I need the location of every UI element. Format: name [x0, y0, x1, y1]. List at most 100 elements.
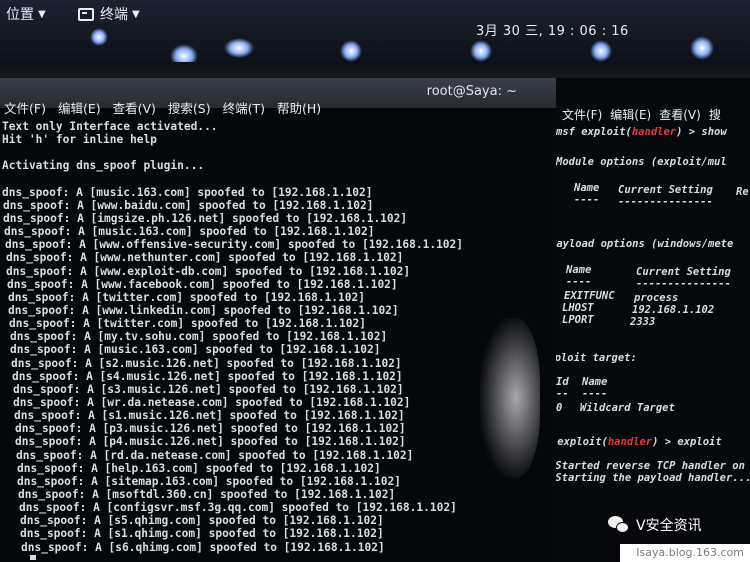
- terminal-line: dns_spoof: A [music.163.com] spoofed to …: [4, 225, 375, 239]
- msf-prompt-exploit-line: msf exploit(handler) > exploit: [556, 436, 722, 448]
- chevron-down-icon: ▼: [132, 8, 140, 20]
- light-glare: [690, 36, 714, 60]
- payload-row-value: 192.168.1.102: [632, 304, 715, 316]
- terminal-line: dns_spoof: A [www.linkedin.com] spoofed …: [8, 303, 399, 317]
- payload-header-name: Name: [566, 264, 592, 276]
- msf-prompt-line: msf exploit(handler) > show: [556, 126, 727, 138]
- module-options-heading: Module options (exploit/mul: [556, 156, 727, 168]
- target-header-name: Name: [582, 376, 608, 388]
- payload-row-value: process: [634, 292, 679, 304]
- terminal-line: dns_spoof: A [www.baidu.com] spoofed to …: [3, 198, 374, 212]
- menu-file[interactable]: 文件(F): [562, 106, 602, 123]
- terminal-line: dns_spoof: A [wr.da.netease.com] spoofed…: [13, 395, 411, 409]
- terminal-line: dns_spoof: A [s3.music.126.net] spoofed …: [13, 382, 404, 396]
- places-menu[interactable]: 位置 ▼: [6, 4, 46, 24]
- menu-help[interactable]: 帮助(H): [277, 98, 321, 117]
- payload-row-name: LHOST: [562, 302, 594, 314]
- terminal-line: dns_spoof: A [s5.qhimg.com] spoofed to […: [20, 514, 384, 528]
- terminal-line: dns_spoof: A [music.163.com] spoofed to …: [10, 343, 381, 357]
- target-header-id: Id: [556, 376, 569, 388]
- payload-options-heading: Payload options (windows/mete: [556, 238, 734, 250]
- payload-header-divider-name: ----: [566, 276, 592, 288]
- terminal-app-label: 终端: [100, 7, 128, 23]
- terminal-line: dns_spoof: A [msoftdl.360.cn] spoofed to…: [18, 487, 396, 501]
- terminal-line: Hit 'h' for inline help: [2, 133, 157, 147]
- light-glare: [224, 38, 254, 58]
- terminal-output[interactable]: Text only Interface activated... Hit 'h' …: [2, 120, 558, 560]
- terminal-menubar: 文件(F) 编辑(E) 查看(V) 搜索(S) 终端(T) 帮助(H): [0, 96, 559, 118]
- terminal-line: dns_spoof: A [www.exploit-db.com] spoofe…: [6, 264, 411, 278]
- light-glare: [90, 28, 108, 46]
- terminal-line: dns_spoof: A [www.offensive-security.com…: [5, 238, 464, 252]
- wechat-icon: [608, 516, 630, 534]
- payload-header-setting: Current Setting: [636, 266, 731, 278]
- terminal-window-left[interactable]: root@Saya: ~ 文件(F) 编辑(E) 查看(V) 搜索(S) 终端(…: [0, 78, 560, 562]
- top-panel: 位置 ▼ 终端 ▼ 3月 30 三, 19 : 06 : 16: [0, 0, 750, 68]
- terminal-line: dns_spoof: A [p3.music.126.net] spoofed …: [15, 422, 406, 436]
- msf-console-output[interactable]: msf exploit(handler) > show Module optio…: [556, 126, 750, 546]
- prompt-prefix: msf exploit(: [557, 436, 608, 448]
- target-header-divider-id: --: [556, 388, 569, 400]
- status-line: [*] Started reverse TCP handler on: [556, 460, 745, 472]
- light-glare: [340, 40, 362, 62]
- light-glare: [590, 40, 612, 62]
- terminal-line: dns_spoof: A [imgsize.ph.126.net] spoofe…: [3, 211, 408, 225]
- module-header-setting: Current Setting: [618, 184, 713, 196]
- terminal-window-right[interactable]: 文件(F) 编辑(E) 查看(V) 搜 msf exploit(handler)…: [556, 78, 750, 562]
- status-text: Started reverse TCP handler on: [556, 460, 745, 472]
- terminal-line: dns_spoof: A [s1.music.126.net] spoofed …: [14, 409, 405, 423]
- terminal-icon: [78, 7, 94, 21]
- wechat-watermark: V安全资讯: [608, 515, 702, 535]
- payload-header-divider-setting: ---------------: [636, 278, 731, 290]
- terminal-line: Text only Interface activated...: [2, 120, 218, 133]
- light-glare: [470, 40, 492, 62]
- terminal-line: dns_spoof: A [help.163.com] spoofed to […: [17, 461, 381, 475]
- prompt-prefix: msf exploit(: [556, 126, 632, 138]
- chevron-down-icon: ▼: [38, 8, 46, 20]
- terminal-menubar-right: 文件(F) 编辑(E) 查看(V) 搜: [562, 106, 721, 123]
- menu-search[interactable]: 搜索(S): [168, 98, 211, 117]
- payload-row-name: LPORT: [562, 314, 594, 326]
- menu-search[interactable]: 搜: [709, 106, 721, 123]
- terminal-line: dns_spoof: A [twitter.com] spoofed to [1…: [8, 290, 365, 304]
- payload-row-name: EXITFUNC: [564, 290, 615, 302]
- prompt-module: handler: [607, 436, 653, 448]
- terminal-line: dns_spoof: A [www.nethunter.com] spoofed…: [6, 251, 404, 265]
- terminal-line: dns_spoof: A [configsvr.msf.3g.qq.com] s…: [19, 501, 457, 515]
- terminal-line: dns_spoof: A [p4.music.126.net] spoofed …: [15, 435, 406, 449]
- terminal-line: dns_spoof: A [www.facebook.com] spoofed …: [7, 277, 398, 291]
- cursor-line: [2, 554, 558, 560]
- menu-view[interactable]: 查看(V): [659, 106, 701, 123]
- terminal-line: dns_spoof: A [s2.music.126.net] spoofed …: [11, 356, 402, 370]
- terminal-line: dns_spoof: A [s6.qhimg.com] spoofed to […: [21, 540, 385, 554]
- prompt-command: ) > show: [676, 126, 727, 138]
- payload-row-value: 2333: [630, 316, 656, 328]
- terminal-app-menu[interactable]: 终端 ▼: [78, 4, 140, 24]
- terminal-line: dns_spoof: A [my.tv.sohu.com] spoofed to…: [10, 330, 388, 344]
- menu-terminal[interactable]: 终端(T): [223, 98, 265, 117]
- exploit-target-heading: Exploit target:: [556, 352, 637, 364]
- places-label: 位置: [6, 7, 34, 23]
- prompt-command: ) > exploit: [652, 436, 722, 448]
- module-header-divider-setting: ---------------: [618, 196, 713, 208]
- terminal-line: dns_spoof: A [rd.da.netease.com] spoofed…: [16, 448, 414, 462]
- module-header-divider-name: ----: [574, 194, 600, 206]
- menu-view[interactable]: 查看(V): [113, 98, 156, 117]
- terminal-line: Activating dns_spoof plugin...: [2, 159, 205, 173]
- menu-edit[interactable]: 编辑(E): [610, 106, 651, 123]
- terminal-line: dns_spoof: A [music.163.com] spoofed to …: [2, 185, 373, 199]
- status-text: Starting the payload handler...: [556, 472, 750, 484]
- terminal-line: dns_spoof: A [s1.qhimg.com] spoofed to […: [20, 527, 384, 541]
- terminal-line: dns_spoof: A [twitter.com] spoofed to [1…: [9, 317, 366, 331]
- menu-edit[interactable]: 编辑(E): [58, 98, 101, 117]
- module-header-name: Name: [574, 182, 600, 194]
- clock[interactable]: 3月 30 三, 19 : 06 : 16: [476, 20, 629, 39]
- status-line: [*] Starting the payload handler...: [556, 472, 750, 484]
- watermark-text: V安全资讯: [636, 518, 702, 534]
- terminal-line: dns_spoof: A [sitemap.163.com] spoofed t…: [17, 474, 401, 488]
- prompt-module: handler: [631, 126, 677, 138]
- target-row-name: Wildcard Target: [580, 402, 675, 414]
- menu-file[interactable]: 文件(F): [4, 98, 46, 117]
